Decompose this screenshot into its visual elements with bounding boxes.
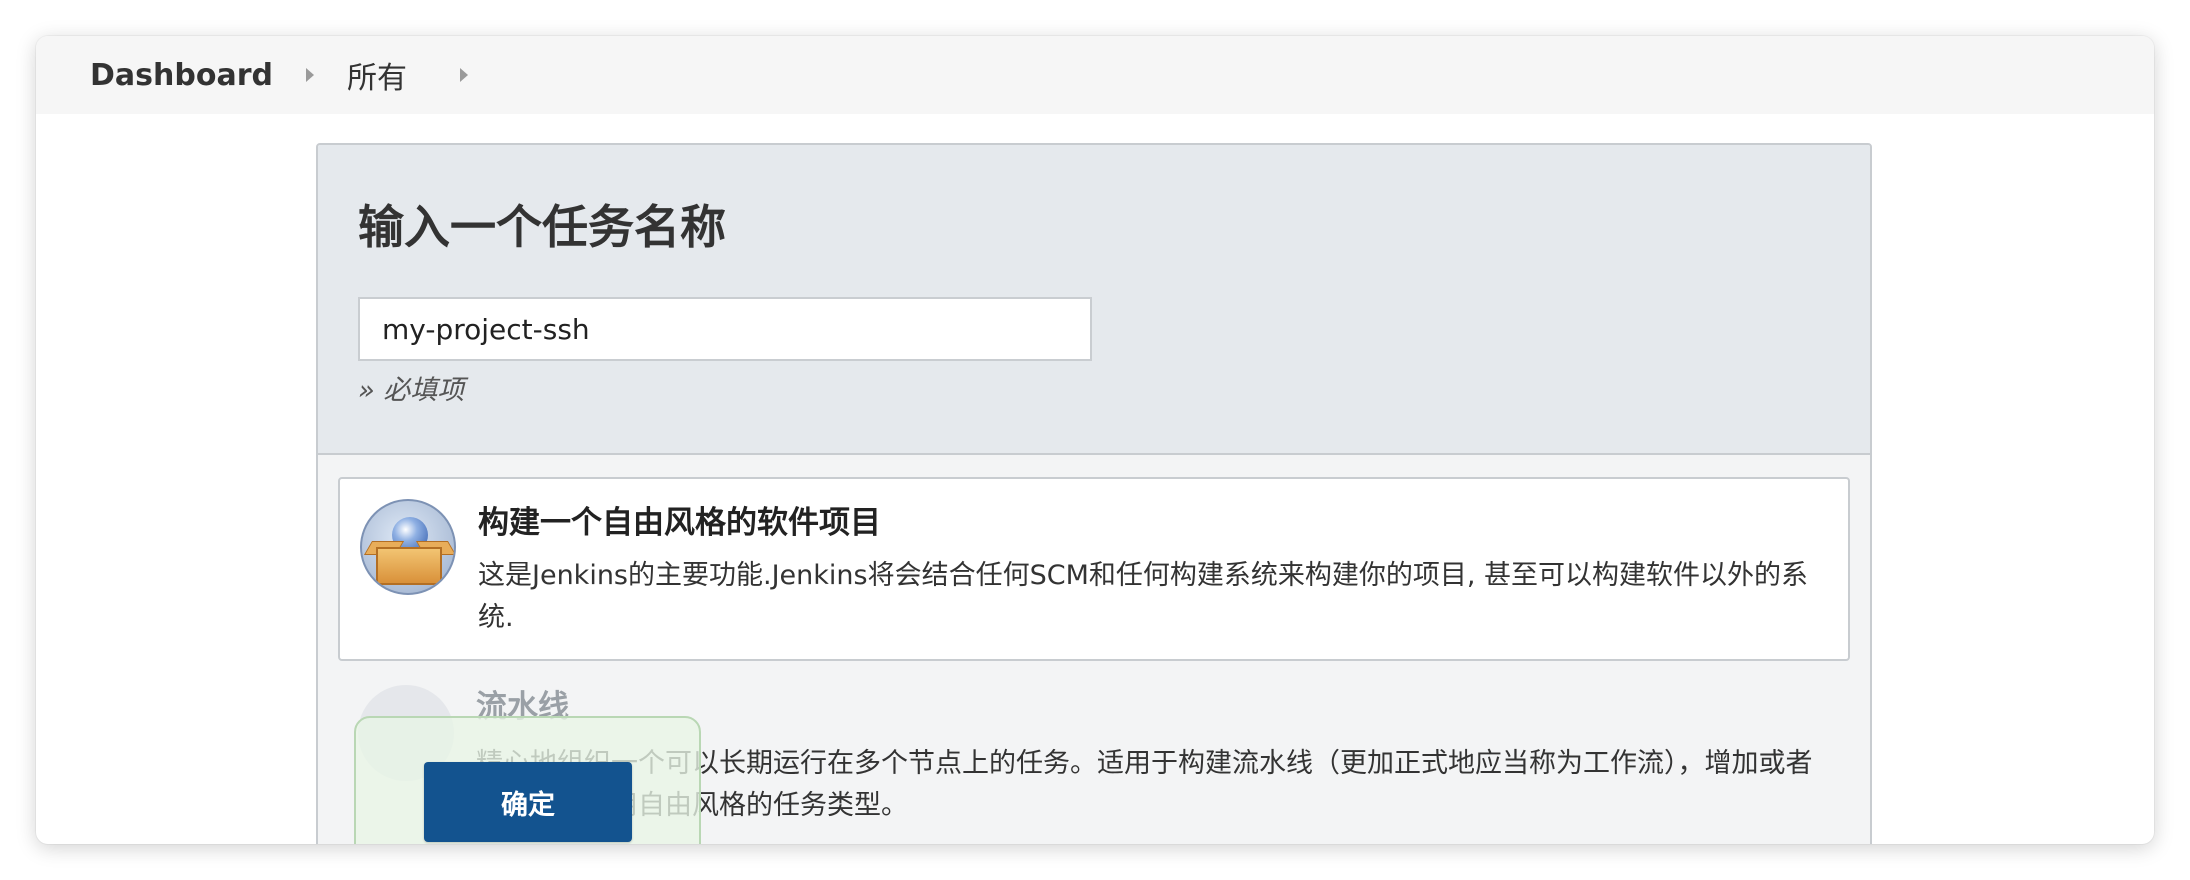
breadcrumb-all[interactable]: 所有 [347, 36, 407, 114]
breadcrumb-dashboard[interactable]: Dashboard [90, 36, 273, 114]
browser-window: Dashboard 所有 输入一个任务名称 » 必填项 构建一个自由风格的软件项… [36, 36, 2154, 844]
freestyle-project-description: 这是Jenkins的主要功能.Jenkins将会结合任何SCM和任何构建系统来构… [478, 560, 1809, 633]
breadcrumb-dashboard-menu-icon[interactable] [306, 68, 314, 82]
item-name-input[interactable] [358, 297, 1092, 361]
required-hint: » 必填项 [358, 375, 465, 406]
ok-button[interactable]: 确定 [424, 762, 632, 842]
freestyle-box-icon [360, 499, 456, 595]
item-name-title: 输入一个任务名称 [358, 200, 726, 254]
freestyle-project-option[interactable]: 构建一个自由风格的软件项目 这是Jenkins的主要功能.Jenkins将会结合… [338, 477, 1850, 661]
item-name-section: 输入一个任务名称 » 必填项 [318, 145, 1870, 455]
freestyle-project-title: 构建一个自由风格的软件项目 [478, 505, 881, 541]
breadcrumb: Dashboard 所有 [36, 36, 2154, 114]
breadcrumb-all-menu-icon[interactable] [460, 68, 468, 82]
